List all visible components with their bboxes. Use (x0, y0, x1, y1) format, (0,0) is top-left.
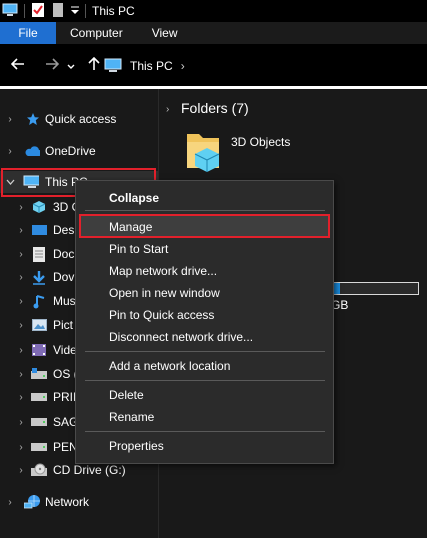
nav-item-network[interactable]: › Network (0, 491, 158, 513)
chevron-right-icon[interactable]: › (16, 272, 26, 283)
menu-separator (85, 210, 325, 211)
window-title: This PC (92, 4, 135, 18)
menu-item-collapse[interactable]: Collapse (109, 191, 159, 205)
desktop-icon (31, 222, 47, 238)
nav-label: Des (53, 223, 75, 237)
nav-label: OneDrive (45, 144, 96, 158)
cloud-icon (24, 143, 40, 159)
menu-item-manage[interactable]: Manage (109, 220, 152, 234)
back-button[interactable] (4, 52, 32, 80)
menu-item-open-new-window[interactable]: Open in new window (109, 286, 220, 300)
3d-objects-folder-icon[interactable] (185, 128, 225, 177)
chevron-right-icon[interactable]: › (5, 146, 15, 157)
drive-usage-bar (328, 282, 419, 295)
tab-view[interactable]: View (136, 22, 191, 44)
downloads-icon (31, 269, 47, 285)
tab-file[interactable]: File (0, 22, 56, 44)
menu-item-pin-quick-access[interactable]: Pin to Quick access (109, 308, 214, 322)
chevron-right-icon[interactable]: › (16, 249, 26, 260)
forward-button[interactable] (38, 52, 66, 80)
nav-label: OS ( (53, 367, 78, 381)
ribbon-tabs: File Computer View (0, 22, 427, 44)
network-icon (24, 494, 40, 510)
menu-item-add-network-location[interactable]: Add a network location (109, 359, 230, 373)
chevron-right-icon[interactable]: › (16, 225, 26, 236)
folder-label[interactable]: 3D Objects (231, 135, 290, 149)
nav-label: Quick access (45, 112, 117, 126)
nav-item-onedrive[interactable]: › OneDrive (0, 140, 158, 162)
nav-label: PEN (53, 440, 78, 454)
title-separator (24, 4, 25, 18)
title-separator-2 (85, 4, 86, 18)
os-drive-icon (31, 366, 47, 382)
menu-item-properties[interactable]: Properties (109, 439, 164, 453)
menu-item-disconnect-network-drive[interactable]: Disconnect network drive... (109, 330, 253, 344)
chevron-right-icon[interactable]: › (16, 320, 26, 331)
menu-separator (85, 351, 325, 352)
menu-item-rename[interactable]: Rename (109, 410, 154, 424)
address-bar[interactable]: This PC › (104, 54, 185, 78)
this-pc-icon (2, 3, 18, 20)
nav-label: Network (45, 495, 90, 509)
menu-separator (85, 431, 325, 432)
chevron-right-icon[interactable]: › (16, 417, 26, 428)
music-icon (31, 293, 47, 309)
videos-icon (31, 342, 47, 358)
this-pc-icon (104, 58, 122, 75)
chevron-right-icon[interactable]: › (16, 392, 26, 403)
documents-icon (31, 246, 47, 262)
pictures-icon (31, 317, 47, 333)
menu-item-map-network-drive[interactable]: Map network drive... (109, 264, 217, 278)
recent-locations-button[interactable] (64, 52, 78, 80)
folders-group-header[interactable]: Folders (7) (181, 100, 249, 116)
menu-separator (85, 380, 325, 381)
chevron-down-icon (67, 57, 75, 75)
properties-quick-icon[interactable] (31, 2, 45, 21)
3d-objects-icon (31, 199, 47, 215)
forward-arrow-icon (45, 57, 60, 75)
nav-label: Vide (53, 343, 77, 357)
breadcrumb-separator[interactable]: › (181, 59, 185, 73)
chevron-right-icon[interactable]: › (5, 497, 15, 508)
menu-item-delete[interactable]: Delete (109, 388, 144, 402)
back-arrow-icon (10, 57, 25, 75)
star-icon (25, 111, 41, 127)
nav-label: Mus (53, 294, 76, 308)
nav-item-quick-access[interactable]: › Quick access (0, 108, 158, 130)
new-folder-quick-icon[interactable] (53, 2, 63, 20)
navigation-row (0, 44, 427, 88)
chevron-right-icon[interactable]: › (16, 465, 26, 476)
menu-item-pin-to-start[interactable]: Pin to Start (109, 242, 168, 256)
breadcrumb-this-pc[interactable]: This PC (130, 59, 173, 73)
drive-icon (31, 389, 47, 405)
chevron-right-icon[interactable]: › (5, 114, 15, 125)
chevron-right-icon[interactable]: › (16, 369, 26, 380)
nav-label: Dov (53, 270, 75, 284)
drive-icon (31, 439, 47, 455)
nav-label: Pict (53, 318, 74, 332)
chevron-right-icon[interactable]: › (16, 442, 26, 453)
nav-label: CD Drive (G:) (53, 463, 126, 477)
cd-drive-icon (31, 462, 47, 478)
chevron-right-icon[interactable]: › (16, 202, 26, 213)
tab-computer[interactable]: Computer (56, 22, 136, 44)
nav-label: Doc (53, 247, 75, 261)
chevron-right-icon[interactable]: › (16, 345, 26, 356)
chevron-right-icon[interactable]: › (166, 104, 169, 115)
up-arrow-icon (88, 56, 100, 76)
title-bar: This PC (0, 0, 427, 22)
chevron-right-icon[interactable]: › (16, 296, 26, 307)
customize-quick-access-icon[interactable] (71, 4, 79, 18)
context-menu: Collapse Manage Pin to Start Map network… (75, 180, 334, 464)
drive-icon (31, 414, 47, 430)
